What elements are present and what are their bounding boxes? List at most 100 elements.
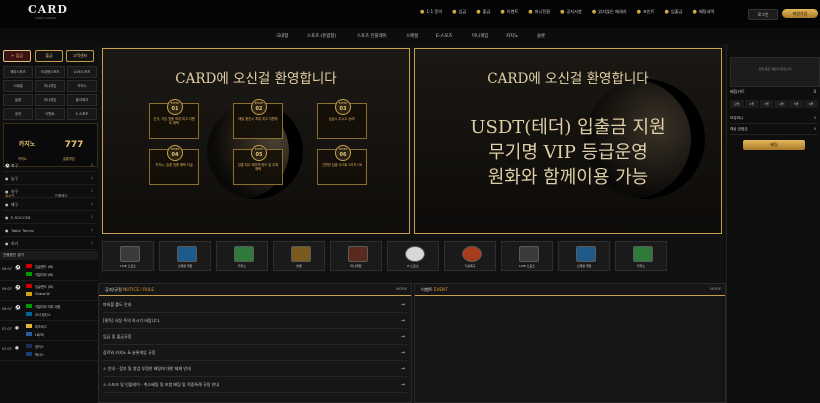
quick-overseas-sports[interactable]: 해외스포츠: [3, 66, 33, 78]
main-menu: 국내형 스포츠 (유럽형) 스포츠 인플레이 스페셜 E-스포츠 미니게임 카지…: [0, 28, 820, 45]
bet-cart-header: 베팅카트 0: [730, 89, 816, 94]
sport-baseball[interactable]: ● 야구 1: [3, 186, 96, 198]
casino-chips-icon: [234, 246, 254, 262]
menu-casino[interactable]: 카지노: [506, 33, 518, 39]
notice-item[interactable]: [필독] 사칭 주의 하시기 바랍니다. →: [103, 314, 407, 329]
site-logo[interactable]: CARD: [28, 3, 68, 16]
menu-sports-euro[interactable]: 스포츠 (유럽형): [307, 33, 336, 39]
soccer-ball-icon: [405, 246, 425, 262]
withdraw-button[interactable]: 출금: [35, 50, 63, 62]
notice-item[interactable]: 파워볼 룰도 안내 →: [103, 298, 407, 313]
topnav-withdraw[interactable]: ● 출금: [476, 9, 490, 15]
tab-3fold[interactable]: 3폴: [759, 100, 774, 108]
quick-event[interactable]: 이벤트: [35, 108, 65, 120]
event-card[interactable]: EVENT 04 카지노, 슬롯 첫충 혜택 지급: [149, 145, 199, 185]
arrow-right-icon: →: [400, 382, 405, 388]
game-special[interactable]: 스페셜 게임: [159, 241, 211, 271]
game-casino-2[interactable]: 카지노: [615, 241, 667, 271]
tab-single[interactable]: 단폴: [730, 100, 744, 108]
quick-minigame-2[interactable]: 미니게임: [35, 94, 65, 106]
topnav-bet-history[interactable]: ● 배팅내역: [692, 9, 714, 15]
welcome-events-banner[interactable]: CARD에 오신걸 환영합니다 EVENT 01 신규, 가입 첫충 최대 최고 …: [102, 48, 410, 234]
event-card[interactable]: EVENT 06 간편한 입출 사이트 5가지 OK: [317, 145, 367, 185]
quick-notice[interactable]: 공지: [3, 108, 33, 120]
game-esports[interactable]: E-스포츠: [387, 241, 439, 271]
notice-item[interactable]: 장르와 카지노 & 슬롯게임 규정 →: [103, 346, 407, 361]
tab-5fold[interactable]: 5폴: [789, 100, 804, 108]
tv-icon: [519, 246, 539, 262]
game-slot[interactable]: 슬롯: [273, 241, 325, 271]
menu-esports[interactable]: E-스포츠: [436, 33, 452, 39]
event-more-link[interactable]: MORE: [710, 287, 721, 291]
live-match[interactable]: 09:07 ⚽ 잉글랜드 (W) 이탈리아 (W): [0, 261, 98, 281]
notice-more-link[interactable]: MORE: [396, 287, 407, 291]
quick-domestic-sports[interactable]: 국내형스포츠: [35, 66, 65, 78]
event-card[interactable]: EVENT 03 입금시 무시고 승리!: [317, 99, 367, 139]
tab-2fold[interactable]: 2폴: [744, 100, 759, 108]
live-match[interactable]: 09:07 ⚽ 잉글랜드 (W) Ghana W: [0, 281, 98, 301]
team-logo-icon: [26, 332, 32, 336]
topnav-points[interactable]: ● 포인트: [637, 9, 655, 15]
slot-machine-icon: [291, 246, 311, 262]
support-button[interactable]: 고객센터: [66, 50, 94, 62]
notice-item[interactable]: 입금 및 출금규정 →: [103, 330, 407, 345]
baseball-icon: ●: [15, 346, 19, 351]
sport-hockey[interactable]: ● 하키 1: [3, 238, 96, 250]
event-card[interactable]: EVENT 05 입출 최고 페이백 한도 및 무제 혜택: [233, 145, 283, 185]
sport-table-tennis[interactable]: ● Table Tennis 1: [3, 225, 96, 237]
game-live-sports[interactable]: LIVE 스포츠: [102, 241, 154, 271]
banner-line-vip: 무기명 VIP 등급운영: [488, 142, 648, 163]
quick-special[interactable]: 스페셜: [3, 80, 33, 92]
place-bet-button[interactable]: 베팅: [743, 140, 805, 150]
menu-domestic[interactable]: 국내형: [276, 33, 288, 39]
menu-slot[interactable]: 슬롯: [537, 33, 545, 39]
sport-esoccer[interactable]: ● E-SOCCER 1: [3, 212, 96, 224]
quick-esports[interactable]: E-스포츠: [67, 108, 97, 120]
soccer-icon: ⚽: [15, 306, 21, 311]
topnav-event[interactable]: ● 이벤트: [500, 9, 518, 15]
quick-casino[interactable]: 카지노: [67, 80, 97, 92]
signup-button[interactable]: 회원가입: [782, 9, 818, 18]
game-casino[interactable]: 카지노: [216, 241, 268, 271]
sport-soccer[interactable]: ⚽축구 4: [3, 160, 96, 172]
tv-icon: [120, 246, 140, 262]
game-minigame[interactable]: 미니게임: [330, 241, 382, 271]
team-logo-icon: [26, 344, 32, 348]
notice-item[interactable]: ⚠ 스포츠 및 인플레이 - 취소배팅 및 보험 배팅 및 적중특례 규정 안내…: [103, 378, 407, 393]
topnav-messages[interactable]: ● 읽지않은 메세지: [592, 9, 627, 15]
sport-basketball[interactable]: ● 농구 2: [3, 173, 96, 185]
login-button[interactable]: 로그인: [748, 9, 778, 20]
topnav-notice[interactable]: ● 공지사항: [560, 9, 582, 15]
topnav-deposit[interactable]: ● 입금: [452, 9, 466, 15]
game-virtual-soccer[interactable]: 가상축구: [444, 241, 496, 271]
live-match[interactable]: 07:07 ● 피츠버그 LB(모): [0, 321, 98, 341]
site-logo-sub: CARD CASINO: [35, 16, 57, 20]
game-special-2[interactable]: 스페셜 게임: [558, 241, 610, 271]
game-live-sports-2[interactable]: LIVE 스포츠: [501, 241, 553, 271]
topnav-transactions[interactable]: ● 입출금: [665, 9, 683, 15]
live-match[interactable]: 07:07 ● 양키스 텍사스: [0, 341, 98, 361]
sport-volleyball[interactable]: ● 배구 1: [3, 199, 96, 211]
menu-sports-inplay[interactable]: 스포츠 인플레이: [357, 33, 387, 39]
usdt-vip-banner[interactable]: CARD에 오신걸 환영합니다 USDT(테더) 입출금 지원 무기명 VIP …: [414, 48, 722, 234]
topnav-inquiry[interactable]: ● 1:1 문의: [420, 9, 442, 15]
topnav-money-convert[interactable]: ● 머니전환: [528, 9, 550, 15]
menu-minigame[interactable]: 미니게임: [472, 33, 488, 39]
live-match[interactable]: 09:07 ⚽ 이탈리아 여자 대표 오사 팀다스: [0, 301, 98, 321]
tab-4fold[interactable]: 4폴: [774, 100, 789, 108]
menu-special[interactable]: 스페셜: [406, 33, 418, 39]
banner-line-usdt: USDT(테더) 입출금 지원: [470, 117, 666, 138]
quick-attendance[interactable]: 출석체크: [67, 94, 97, 106]
balance-line: 보유머니 0: [730, 114, 818, 124]
notice-item[interactable]: ⚠ 안내 - 장부 및 영업 부정한 배팅에 대한 제재 안내 →: [103, 362, 407, 377]
quick-minigame[interactable]: 미니게임: [35, 80, 65, 92]
quick-slot[interactable]: 슬롯: [3, 94, 33, 106]
notice-board-title: 공지/규정 NOTICE / RULE: [105, 287, 154, 292]
quick-live-sports[interactable]: LIVE스포츠: [67, 66, 97, 78]
event-card[interactable]: EVENT 02 매일 충전시 최대 최고 지원액: [233, 99, 283, 139]
tab-6fold[interactable]: 6폴: [804, 100, 818, 108]
deposit-button[interactable]: + 입금: [3, 50, 31, 62]
event-card[interactable]: EVENT 01 신규, 가입 첫충 최대 최고 이벤트 혜택: [149, 99, 199, 139]
chat-icon: ●: [420, 9, 425, 15]
special-icon: [177, 246, 197, 262]
